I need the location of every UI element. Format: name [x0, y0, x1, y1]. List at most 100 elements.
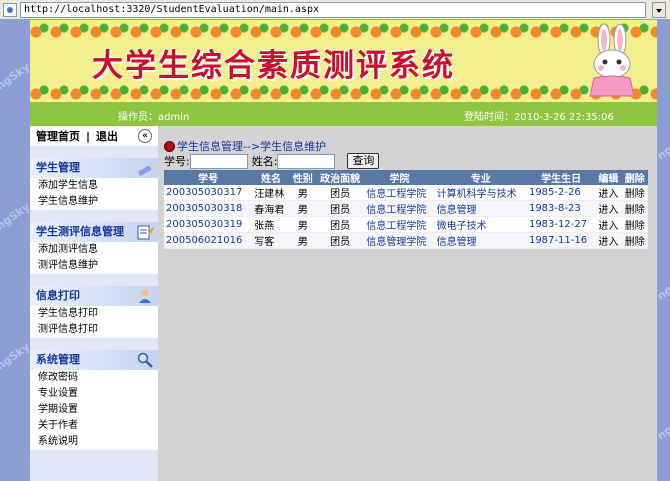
- delete-link[interactable]: 删除: [621, 200, 648, 217]
- sidebar-group-header[interactable]: 系统管理: [30, 350, 158, 370]
- watermark-text: ngSky: [0, 340, 30, 373]
- pencil-icon: [137, 162, 153, 176]
- gender-cell: 男: [289, 185, 316, 201]
- watermark-text: ngSky: [0, 200, 30, 233]
- group-title: 信息打印: [36, 289, 80, 302]
- sidebar-group-header[interactable]: 学生测评信息管理: [30, 222, 158, 242]
- collapse-sidebar-button[interactable]: «: [138, 129, 152, 143]
- sidebar-item-add-evaluation[interactable]: 添加测评信息: [30, 242, 158, 258]
- birthday-cell: 1983-12-27: [526, 216, 596, 233]
- student-id-cell: 200305030317: [164, 185, 253, 201]
- major-cell: 信息管理: [434, 232, 527, 249]
- political-status-cell: 团员: [316, 232, 365, 249]
- sidebar-item-term-settings[interactable]: 学期设置: [30, 402, 158, 418]
- student-name-input[interactable]: [277, 153, 336, 169]
- college-cell: 信息工程学院: [364, 200, 435, 217]
- student-name-label: 姓名:: [251, 155, 278, 168]
- sidebar-item-print-evaluation[interactable]: 测评信息打印: [30, 322, 158, 338]
- edit-link[interactable]: 进入: [595, 200, 622, 217]
- major-cell: 计算机科学与技术: [434, 185, 527, 201]
- logout-link[interactable]: 退出: [96, 128, 118, 144]
- sidebar-top-links: 管理首页 | 退出 «: [30, 126, 158, 146]
- delete-link[interactable]: 删除: [621, 216, 648, 233]
- watermark-text: ngSky: [0, 60, 30, 93]
- column-header: 编辑: [595, 170, 622, 185]
- breadcrumb-text[interactable]: 学生信息管理-->学生信息维护: [177, 138, 326, 154]
- sidebar-item-major-settings[interactable]: 专业设置: [30, 386, 158, 402]
- header-banner: 大学生综合素质测评系统: [30, 20, 657, 102]
- table-row: 200506021016 写客男团员 信息管理学院 信息管理 1987-11-16 进入删…: [164, 232, 648, 249]
- edit-link[interactable]: 进入: [595, 216, 622, 233]
- student-id-cell: 200506021016: [164, 232, 253, 249]
- breadcrumb: 学生信息管理-->学生信息维护: [164, 138, 326, 154]
- main-content: 学生信息管理-->学生信息维护 学号: 姓名: 查询 学号 姓名 性别 政治面貌…: [158, 126, 657, 481]
- vegetable-border-top: [30, 22, 657, 38]
- sidebar-item-print-student[interactable]: 学生信息打印: [30, 306, 158, 322]
- student-id-cell: 200305030318: [164, 200, 253, 217]
- table-row: 200305030317 汪建林男团员 信息工程学院 计算机科学与技术 1985-2-2…: [164, 185, 648, 201]
- search-form: 学号: 姓名: 查询: [164, 153, 380, 169]
- bunny-mascot-icon: [589, 24, 635, 97]
- edit-link[interactable]: 进入: [595, 185, 622, 201]
- sidebar-item-maintain-evaluation[interactable]: 测评信息维护: [30, 258, 158, 274]
- left-watermark-strip: ngSky ngSky ngSky: [0, 20, 30, 481]
- edit-document-icon: [137, 225, 154, 240]
- sidebar-item-about-author[interactable]: 关于作者: [30, 418, 158, 434]
- edit-link[interactable]: 进入: [595, 232, 622, 249]
- browser-address-bar: http://localhost:3320/StudentEvaluation/…: [0, 0, 670, 20]
- query-button[interactable]: 查询: [347, 153, 380, 169]
- sidebar-item-add-student[interactable]: 添加学生信息: [30, 178, 158, 194]
- political-status-cell: 团员: [316, 185, 365, 201]
- column-header: 政治面貌: [316, 170, 365, 185]
- birthday-cell: 1985-2-26: [526, 185, 596, 201]
- home-link[interactable]: 管理首页: [36, 128, 80, 144]
- college-cell: 信息管理学院: [364, 232, 435, 249]
- column-header: 学号: [164, 170, 253, 185]
- birthday-cell: 1987-11-16: [526, 232, 596, 249]
- sidebar-group-header[interactable]: 学生管理: [30, 158, 158, 178]
- group-title: 系统管理: [36, 353, 80, 366]
- sidebar-group-header[interactable]: 信息打印: [30, 286, 158, 306]
- sidebar-item-system-description[interactable]: 系统说明: [30, 434, 158, 450]
- birthday-cell: 1983-8-23: [526, 200, 596, 217]
- column-header: 姓名: [252, 170, 290, 185]
- system-title: 大学生综合素质测评系统: [92, 48, 455, 84]
- major-cell: 信息管理: [434, 200, 527, 217]
- sidebar-group-system-management: 系统管理 修改密码 专业设置 学期设置 关于作者 系统说明: [30, 350, 158, 450]
- column-header: 性别: [289, 170, 316, 185]
- watermark-text: ngSky: [657, 270, 670, 303]
- watermark-text: ngSky: [657, 130, 670, 163]
- group-title: 学生管理: [36, 161, 80, 174]
- political-status-cell: 团员: [316, 216, 365, 233]
- student-name-cell: 春海君: [252, 200, 290, 217]
- student-name-cell: 写客: [252, 232, 290, 249]
- login-time-text: 登陆时间：2010-3-26 22:35:06: [464, 112, 614, 123]
- address-input[interactable]: http://localhost:3320/StudentEvaluation/…: [20, 1, 646, 18]
- group-title: 学生测评信息管理: [36, 225, 124, 238]
- political-status-cell: 团员: [316, 200, 365, 217]
- sidebar-item-maintain-student[interactable]: 学生信息维护: [30, 194, 158, 210]
- column-header: 学生生日: [526, 170, 596, 185]
- magnifier-icon: [137, 352, 153, 368]
- gender-cell: 男: [289, 232, 316, 249]
- table-row: 200305030318 春海君男团员 信息工程学院 信息管理 1983-8-23 进入删…: [164, 200, 648, 217]
- sidebar-group-student-management: 学生管理 添加学生信息 学生信息维护: [30, 158, 158, 210]
- column-header: 专业: [434, 170, 527, 185]
- delete-link[interactable]: 删除: [621, 232, 648, 249]
- separator: |: [86, 129, 91, 143]
- delete-link[interactable]: 删除: [621, 185, 648, 201]
- column-header: 删除: [621, 170, 648, 185]
- student-id-input[interactable]: [189, 153, 248, 169]
- student-name-cell: 汪建林: [252, 185, 290, 201]
- address-dropdown-button[interactable]: [652, 1, 666, 18]
- column-header: 学院: [364, 170, 435, 185]
- user-icon: [139, 289, 151, 303]
- status-bar: 操作员：admin 登陆时间：2010-3-26 22:35:06: [30, 102, 657, 126]
- student-id-label: 学号:: [164, 155, 190, 168]
- student-table: 学号 姓名 性别 政治面貌 学院 专业 学生生日 编辑 删除 200305030…: [164, 170, 648, 249]
- operator-text: 操作员：admin: [118, 112, 190, 123]
- table-row: 200305030319 张燕男团员 信息工程学院 微电子技术 1983-12-27 进入…: [164, 216, 648, 233]
- page-icon: [3, 2, 17, 17]
- sidebar-item-change-password[interactable]: 修改密码: [30, 370, 158, 386]
- college-cell: 信息工程学院: [364, 185, 435, 201]
